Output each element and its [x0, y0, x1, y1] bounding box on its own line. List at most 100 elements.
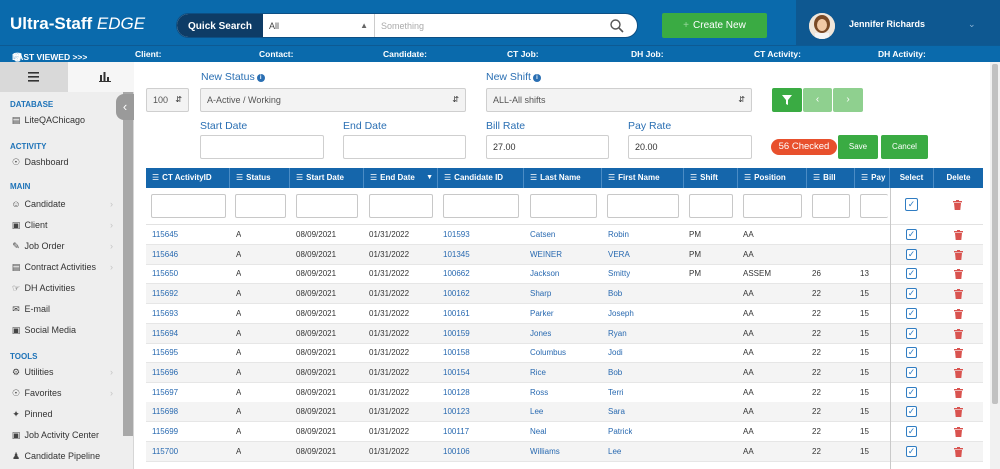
search-input[interactable]: Something — [375, 14, 605, 37]
col-ct-activity-id[interactable]: ☰ CT ActivityID — [146, 168, 230, 188]
cell-ct-activity-id[interactable]: 115692 — [152, 284, 178, 304]
select-checkbox[interactable]: ✓ — [906, 406, 917, 418]
col-end-date[interactable]: ☰ End Date ▼ — [364, 168, 438, 188]
table-row[interactable]: 115645 A 08/09/2021 01/31/2022 101593 Catsen R… — [146, 225, 983, 245]
delete-trash-icon[interactable] — [954, 348, 963, 359]
select-checkbox[interactable]: ✓ — [906, 229, 917, 240]
quick-search-button[interactable]: Quick Search — [177, 14, 263, 37]
col-shift[interactable]: ☰ Shift — [684, 168, 738, 188]
cell-ct-activity-id[interactable]: 115646 — [152, 245, 178, 265]
sidebar-item-dashboard[interactable]: ☉ Dashboard — [10, 157, 122, 171]
start-date-input[interactable] — [200, 135, 324, 159]
cell-last-name[interactable]: Ross — [530, 383, 548, 403]
cell-first-name[interactable]: Bob — [608, 363, 622, 383]
pay-rate-input[interactable]: 20.00 — [628, 135, 752, 159]
select-checkbox[interactable]: ✓ — [906, 268, 917, 280]
tab-reports[interactable] — [68, 62, 134, 92]
table-row[interactable]: 115699 A 08/09/2021 01/31/2022 100117 Neal Pat… — [146, 422, 983, 442]
cell-candidate-id[interactable]: 100159 — [443, 324, 470, 344]
cell-ct-activity-id[interactable]: 115698 — [152, 402, 178, 422]
col-first-name[interactable]: ☰ First Name — [602, 168, 684, 188]
select-checkbox[interactable]: ✓ — [906, 347, 917, 359]
cell-first-name[interactable]: Bob — [608, 284, 622, 304]
cell-last-name[interactable]: Catsen — [530, 225, 555, 245]
sidebar-item-social-media[interactable]: ▣ Social Media — [10, 325, 122, 339]
filter-start-date[interactable] — [296, 194, 358, 218]
cell-last-name[interactable]: Jones — [530, 324, 551, 344]
filter-last-name[interactable] — [530, 194, 597, 218]
cell-candidate-id[interactable]: 100161 — [443, 304, 470, 324]
col-status[interactable]: ☰ Status — [230, 168, 290, 188]
cell-candidate-id[interactable]: 100162 — [443, 284, 470, 304]
tab-menu[interactable] — [0, 62, 68, 92]
sidebar-item-pinned[interactable]: ✦ Pinned — [10, 409, 122, 423]
cell-first-name[interactable]: Jodi — [608, 343, 623, 363]
last-viewed-candidate[interactable]: Candidate: — [383, 49, 427, 59]
cell-last-name[interactable]: Neal — [530, 422, 546, 442]
sidebar-item-client[interactable]: ▣ Client › — [10, 220, 122, 234]
cell-candidate-id[interactable]: 101593 — [443, 225, 470, 245]
cell-first-name[interactable]: Smitty — [608, 264, 630, 284]
filter-shift[interactable] — [689, 194, 733, 218]
filter-end-date[interactable] — [369, 194, 433, 218]
user-menu-chevron-icon[interactable]: ⌄ — [968, 19, 976, 30]
cell-first-name[interactable]: VERA — [608, 245, 630, 265]
sidebar-item-candidate-pipeline[interactable]: ♟ Candidate Pipeline — [10, 451, 122, 465]
sidebar-item-contract-activities[interactable]: ▤ Contract Activities › — [10, 262, 122, 276]
user-name[interactable]: Jennifer Richards — [849, 19, 925, 29]
filter-first-name[interactable] — [607, 194, 679, 218]
delete-trash-icon[interactable] — [954, 367, 963, 378]
col-bill[interactable]: ☰ Bill — [807, 168, 855, 188]
cell-ct-activity-id[interactable]: 115700 — [152, 442, 178, 462]
filter-ct-activity-id[interactable] — [151, 194, 226, 218]
col-start-date[interactable]: ☰ Start Date — [290, 168, 364, 188]
filter-position[interactable] — [743, 194, 802, 218]
cell-candidate-id[interactable]: 100662 — [443, 264, 470, 284]
last-viewed-dh-job[interactable]: DH Job: — [631, 49, 664, 59]
cell-last-name[interactable]: Columbus — [530, 343, 566, 363]
delete-all-trash-icon[interactable] — [953, 200, 962, 210]
cell-last-name[interactable]: Parker — [530, 304, 554, 324]
select-checkbox[interactable]: ✓ — [906, 327, 917, 339]
cell-last-name[interactable]: Sharp — [530, 284, 551, 304]
table-row[interactable]: 115695 A 08/09/2021 01/31/2022 100158 Columbu… — [146, 343, 983, 364]
col-candidate-id[interactable]: ☰ Candidate ID — [438, 168, 524, 188]
select-checkbox[interactable]: ✓ — [906, 366, 917, 378]
cell-last-name[interactable]: WEINER — [530, 245, 562, 265]
delete-trash-icon[interactable] — [954, 387, 963, 398]
select-checkbox[interactable]: ✓ — [906, 426, 917, 437]
sidebar-item-favorites[interactable]: ☉ Favorites › — [10, 388, 122, 402]
page-scrollbar[interactable] — [990, 62, 1000, 469]
cell-candidate-id[interactable]: 101345 — [443, 245, 470, 265]
select-checkbox[interactable]: ✓ — [906, 307, 917, 319]
cell-candidate-id[interactable]: 100154 — [443, 363, 470, 383]
cell-first-name[interactable]: Patrick — [608, 422, 632, 442]
cell-ct-activity-id[interactable]: 115650 — [152, 264, 178, 284]
sidebar-item-job-activity-center[interactable]: ▣ Job Activity Center — [10, 430, 122, 444]
delete-trash-icon[interactable] — [954, 230, 963, 240]
end-date-input[interactable] — [343, 135, 466, 159]
cell-last-name[interactable]: Lee — [530, 402, 543, 422]
cell-ct-activity-id[interactable]: 115645 — [152, 225, 178, 245]
new-shift-select[interactable]: ALL-All shifts ⇵ — [486, 88, 752, 112]
cell-last-name[interactable]: Rice — [530, 363, 546, 383]
cell-first-name[interactable]: Lee — [608, 442, 621, 462]
filter-pay[interactable] — [860, 194, 888, 218]
info-icon[interactable]: i — [532, 74, 541, 82]
cell-candidate-id[interactable]: 100106 — [443, 442, 470, 462]
last-viewed-ct-activity[interactable]: CT Activity: — [754, 49, 801, 59]
table-row[interactable]: 115696 A 08/09/2021 01/31/2022 100154 Rice Bob… — [146, 362, 983, 383]
cell-candidate-id[interactable]: 100128 — [443, 383, 470, 403]
search-icon[interactable] — [609, 18, 625, 34]
cell-ct-activity-id[interactable]: 115696 — [152, 363, 178, 383]
create-new-button[interactable]: + Create New — [662, 13, 767, 38]
avatar[interactable] — [809, 13, 835, 39]
delete-trash-icon[interactable] — [954, 269, 963, 280]
scrollbar-thumb[interactable] — [992, 64, 998, 404]
cell-first-name[interactable]: Sara — [608, 402, 625, 422]
app-logo[interactable]: Ultra-Staff EDGE — [10, 14, 145, 34]
cell-first-name[interactable]: Terri — [608, 383, 624, 403]
cell-ct-activity-id[interactable]: 115694 — [152, 324, 178, 344]
cell-ct-activity-id[interactable]: 115695 — [152, 343, 178, 363]
cell-candidate-id[interactable]: 100158 — [443, 343, 470, 363]
